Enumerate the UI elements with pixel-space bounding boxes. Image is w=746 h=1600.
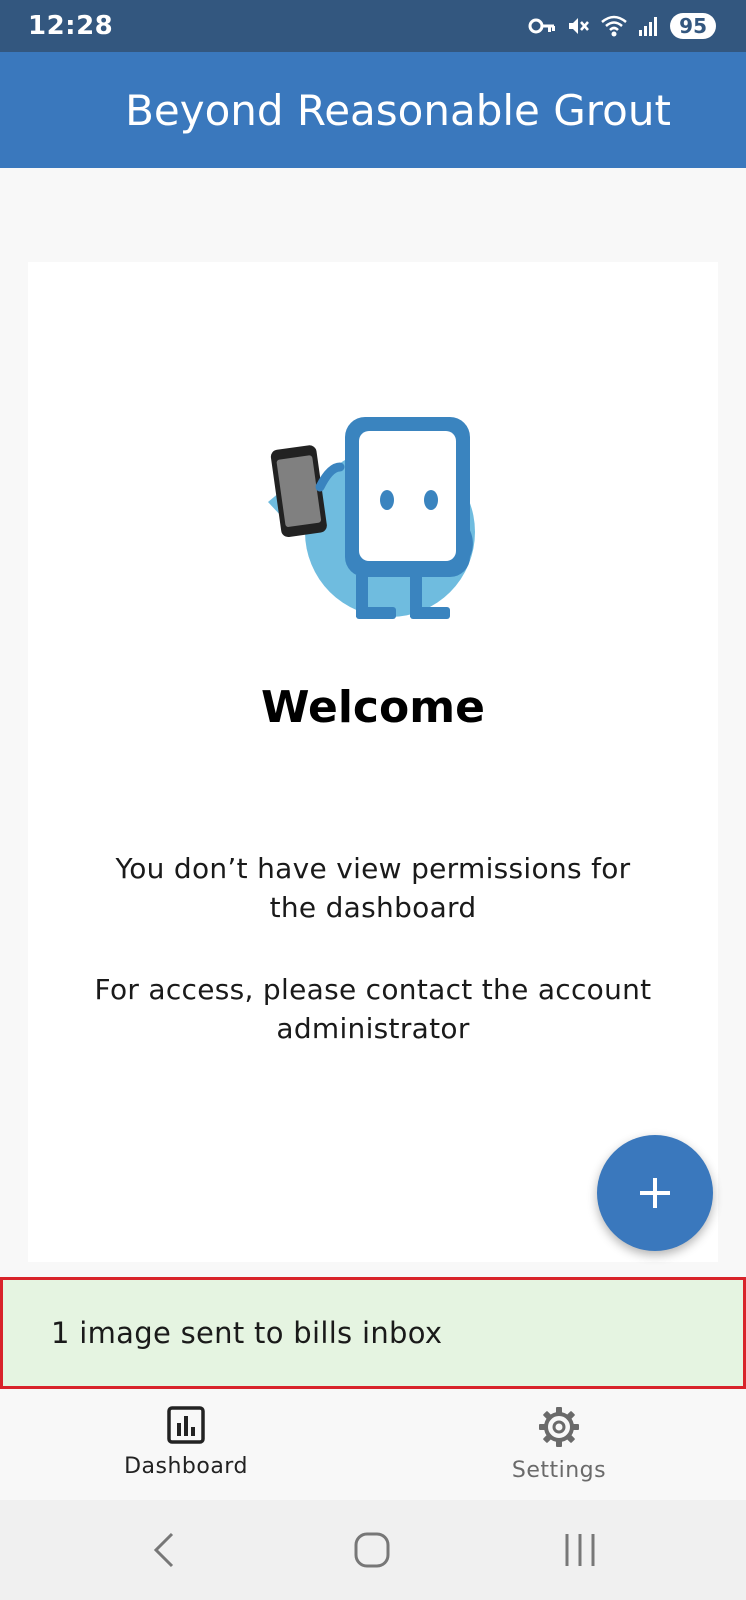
- system-nav-bar: [0, 1500, 746, 1600]
- status-bar: 12:28 95: [0, 0, 746, 52]
- status-time: 12:28: [28, 11, 114, 41]
- status-icons: 95: [528, 13, 716, 39]
- nav-label-dashboard: Dashboard: [124, 1454, 248, 1479]
- mascot-illustration: [268, 417, 475, 619]
- toast-text: 1 image sent to bills inbox: [51, 1316, 443, 1350]
- vpn-key-icon: [528, 17, 556, 35]
- gear-icon: [539, 1407, 579, 1447]
- permission-message: You don’t have view permissions for the …: [115, 852, 631, 924]
- bottom-nav: Dashboard Settings: [0, 1392, 746, 1500]
- add-button[interactable]: [597, 1135, 713, 1251]
- plus-icon: [640, 1178, 670, 1208]
- recents-icon[interactable]: [562, 1530, 598, 1570]
- wifi-icon: [600, 14, 628, 38]
- toast-message: 1 image sent to bills inbox: [0, 1277, 746, 1389]
- welcome-title: Welcome: [261, 682, 485, 733]
- app-title: Beyond Reasonable Grout: [125, 85, 671, 135]
- app-header: Beyond Reasonable Grout: [0, 52, 746, 168]
- signal-icon: [638, 15, 660, 37]
- contact-admin-message: For access, please contact the account a…: [94, 973, 652, 1045]
- mute-icon: [566, 14, 590, 38]
- nav-item-dashboard[interactable]: Dashboard: [86, 1406, 286, 1479]
- welcome-card: Welcome You don’t have view permissions …: [28, 262, 718, 1262]
- nav-label-settings: Settings: [511, 1458, 607, 1483]
- battery-icon: 95: [670, 13, 716, 39]
- bar-chart-icon: [167, 1406, 205, 1444]
- home-icon[interactable]: [352, 1530, 392, 1570]
- back-icon[interactable]: [150, 1530, 180, 1570]
- nav-item-settings[interactable]: Settings: [459, 1406, 659, 1483]
